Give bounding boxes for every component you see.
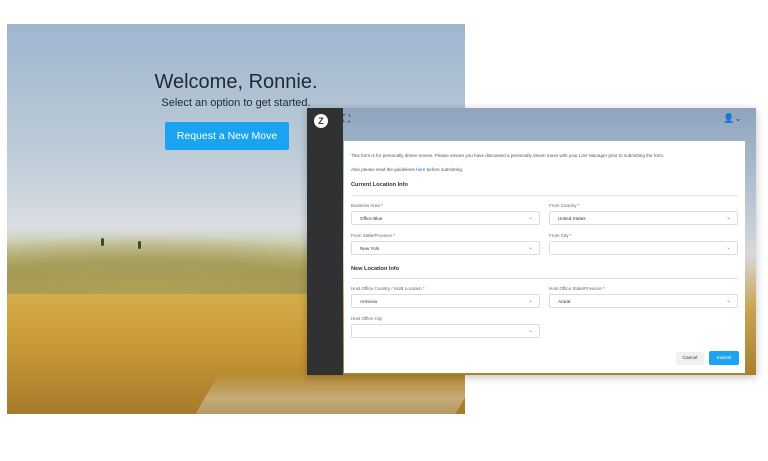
from-state-label-text: From State/Province (351, 233, 393, 238)
required-mark: * (602, 286, 605, 291)
from-country-value: United States (558, 216, 586, 221)
host-state-label: Host Office State/Province * (549, 286, 738, 291)
divider (351, 195, 738, 196)
business-area-select[interactable]: Office Blue ⌄ (351, 211, 540, 225)
chevron-down-icon: ⌄ (527, 328, 533, 334)
expand-icon[interactable]: ⛶ (343, 114, 350, 125)
guidelines-link[interactable]: here (416, 167, 425, 172)
required-mark: * (569, 233, 572, 238)
side-rail: Z (307, 108, 343, 375)
tree (101, 238, 104, 246)
from-city-select[interactable]: ⌄ (549, 241, 738, 255)
guidelines-prefix: Also please read the guidelines (351, 167, 417, 172)
welcome-title: Welcome, Ronnie. (154, 71, 318, 93)
from-state-select[interactable]: New York ⌄ (351, 241, 540, 255)
host-country-select[interactable]: Armenia ⌄ (351, 294, 540, 308)
from-country-select[interactable]: United States ⌄ (549, 211, 738, 225)
request-new-move-button[interactable]: Request a New Move (165, 122, 289, 150)
host-city-label-text: Host Office City (351, 316, 383, 321)
host-state-value: Ararat (558, 299, 571, 304)
guidelines-note: Also please read the guidelines here bef… (351, 167, 463, 172)
chevron-down-icon: ⌄ (527, 245, 533, 251)
from-city-label-text: From City (549, 233, 569, 238)
from-state-label: From State/Province * (351, 233, 540, 238)
background-road (195, 374, 465, 414)
chevron-down-icon: ⌄ (725, 245, 731, 251)
host-country-label: Host Office Country / HUB Location * (351, 286, 540, 291)
from-country-label: From Country * (549, 203, 738, 208)
chevron-down-icon: ⌄ (725, 298, 731, 304)
required-mark: * (381, 203, 383, 208)
submit-button[interactable]: Submit (709, 351, 739, 365)
required-mark: * (393, 233, 396, 238)
host-city-label: Host Office City (351, 316, 540, 321)
host-state-select[interactable]: Ararat ⌄ (549, 294, 738, 308)
host-country-label-text: Host Office Country / HUB Location (351, 286, 422, 291)
host-country-value: Armenia (360, 299, 378, 304)
tree (138, 241, 141, 249)
chevron-down-icon: ⌄ (725, 215, 731, 221)
from-city-label: From City * (549, 233, 738, 238)
chevron-down-icon: ⌄ (527, 215, 533, 221)
move-form-window: Z ⛶ 👤⌄ This form is for personally drive… (307, 108, 756, 375)
host-city-select[interactable]: ⌄ (351, 324, 540, 338)
user-menu-icon[interactable]: 👤⌄ (723, 113, 742, 124)
chevron-down-icon: ⌄ (527, 298, 533, 304)
cancel-button[interactable]: Cancel (676, 352, 704, 365)
from-country-label-text: From Country (549, 203, 577, 208)
guidelines-suffix: before submitting. (425, 167, 464, 172)
form-note: This form is for personally driven moves… (351, 153, 665, 158)
current-location-heading: Current Location Info (351, 182, 408, 188)
new-location-heading: New Location Info (351, 266, 400, 272)
business-area-value: Office Blue (360, 216, 383, 221)
required-mark: * (422, 286, 425, 291)
required-mark: * (577, 203, 580, 208)
app-logo-icon[interactable]: Z (314, 114, 328, 128)
from-state-value: New York (360, 246, 380, 251)
business-area-label-text: Business Area (351, 203, 380, 208)
divider (351, 278, 738, 279)
host-state-label-text: Host Office State/Province (549, 286, 602, 291)
form-card: This form is for personally driven moves… (344, 141, 745, 373)
business-area-label: Business Area * (351, 203, 540, 208)
